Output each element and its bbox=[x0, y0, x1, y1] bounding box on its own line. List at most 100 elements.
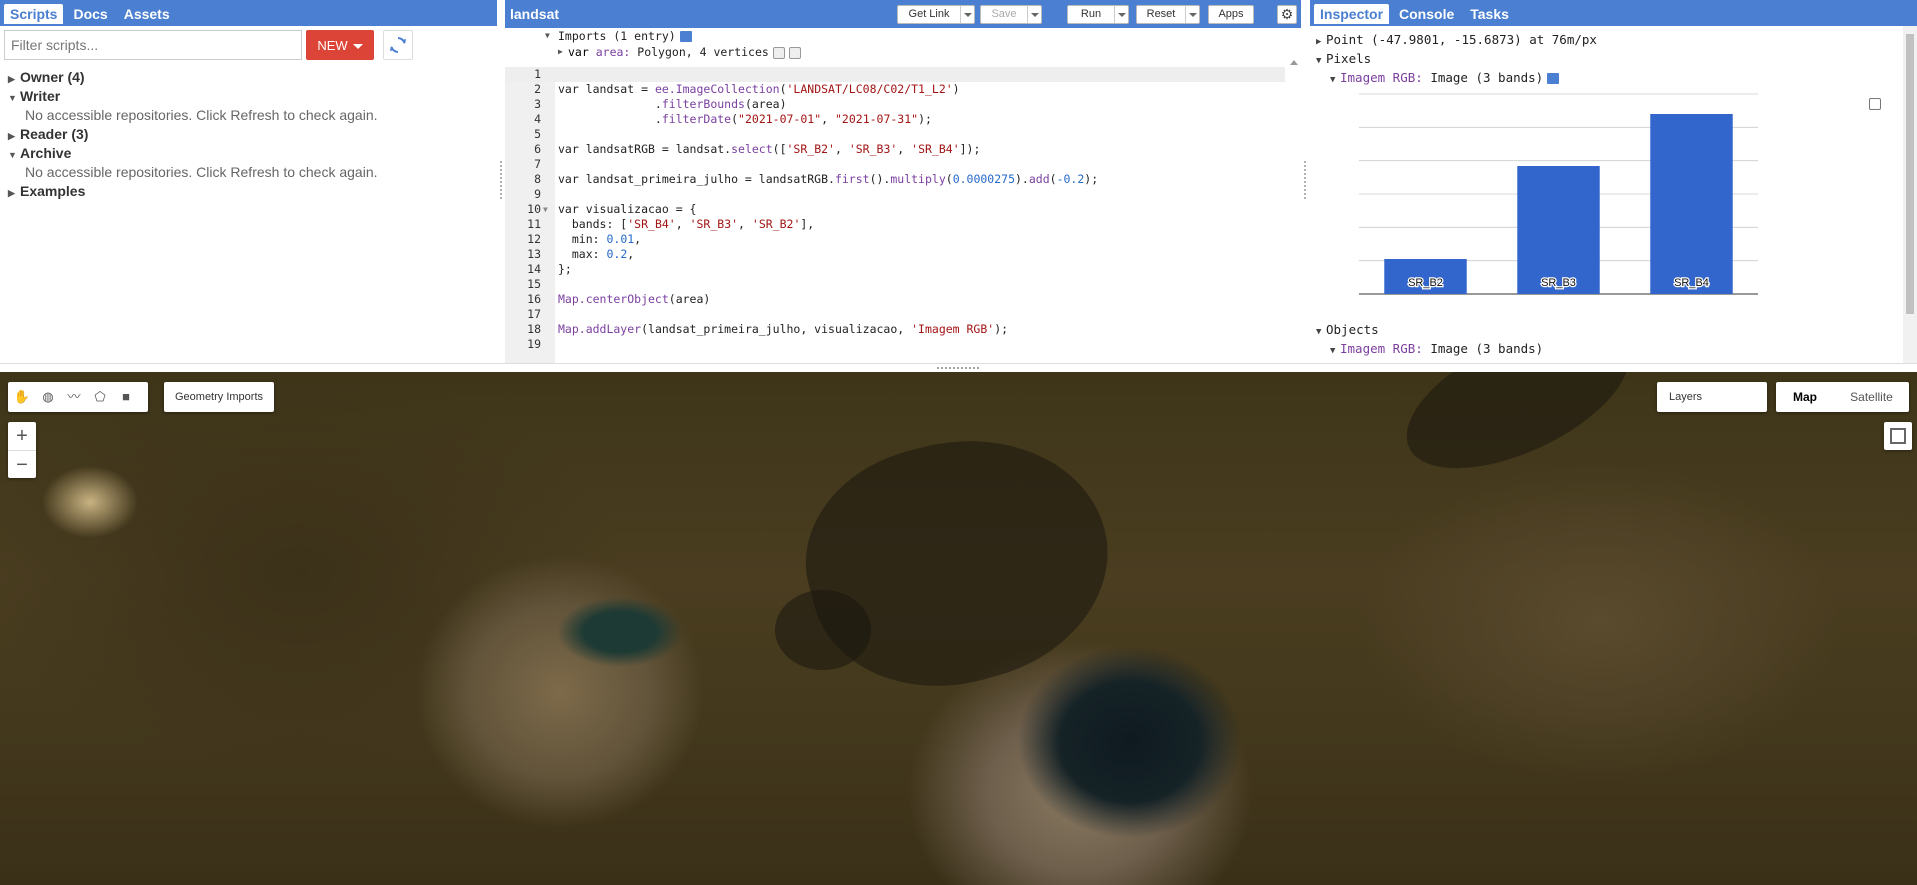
code-line[interactable]: 10 ▼ var visualizacao = { bbox=[505, 202, 1285, 217]
category-label: SR_B4 bbox=[1674, 277, 1709, 289]
code-line[interactable]: 12 min: 0.01, bbox=[505, 232, 1285, 247]
gear-icon[interactable]: ⚙ bbox=[1277, 5, 1297, 24]
map-view[interactable]: ✋ ◍ 〰 ⬠ ■ Geometry Imports + − Layers Ma… bbox=[0, 372, 1917, 885]
code-line[interactable]: 7 bbox=[505, 157, 1285, 172]
pixels-text: Pixels bbox=[1326, 51, 1372, 66]
tab-console[interactable]: Console bbox=[1393, 4, 1460, 24]
scroll-thumb[interactable] bbox=[1906, 34, 1914, 314]
map-type-map-button[interactable]: Map bbox=[1776, 382, 1834, 412]
code-area[interactable]: ▼ Imports (1 entry) ▶ var area: Polygon, 4… bbox=[505, 28, 1301, 388]
code-line[interactable]: 9 bbox=[505, 187, 1285, 202]
fold-icon[interactable]: ▼ bbox=[543, 202, 548, 217]
map-type-satellite-button[interactable]: Satellite bbox=[1834, 382, 1909, 412]
delete-icon[interactable] bbox=[788, 46, 801, 59]
code-line[interactable]: 5 bbox=[505, 127, 1285, 142]
run-button[interactable]: Run bbox=[1067, 5, 1129, 24]
grip-icon bbox=[499, 160, 503, 200]
filter-scripts-input[interactable] bbox=[4, 30, 302, 60]
line-number: 11 bbox=[527, 217, 541, 231]
code-line[interactable]: 2 var landsat = ee.ImageCollection('LANDS… bbox=[505, 82, 1285, 97]
scroll-up-icon[interactable] bbox=[1290, 60, 1298, 65]
code-line[interactable]: 17 bbox=[505, 307, 1285, 322]
code-line[interactable]: 6 var landsatRGB = landsat.select(['SR_B2… bbox=[505, 142, 1285, 157]
tab-docs[interactable]: Docs bbox=[67, 4, 113, 24]
layer-name: Imagem RGB: bbox=[1340, 341, 1423, 356]
bar-chart-svg: SR_B2 SR_B3 SR_B4 bbox=[1359, 93, 1758, 295]
tree-archive[interactable]: ▼ Archive bbox=[8, 144, 497, 163]
point-line[interactable]: ▶ Point (-47.9801, -15.6873) at 76m/px bbox=[1316, 30, 1917, 49]
code-text: var landsat_primeira_julho = landsatRGB.… bbox=[558, 172, 1099, 186]
code-line[interactable]: 1 bbox=[505, 67, 1285, 82]
layers-button[interactable]: Layers bbox=[1657, 382, 1767, 412]
tree-reader[interactable]: ▶ Reader (3) bbox=[8, 125, 497, 144]
reset-button[interactable]: Reset bbox=[1136, 5, 1200, 24]
code-text: .filterDate("2021-07-01", "2021-07-31"); bbox=[558, 112, 932, 126]
code-line[interactable]: 11 bands: ['SR_B4', 'SR_B3', 'SR_B2'], bbox=[505, 217, 1285, 232]
code-text: Map.addLayer(landsat_primeira_julho, vis… bbox=[558, 322, 1009, 336]
imports-header[interactable]: ▼ Imports (1 entry) bbox=[545, 28, 1301, 44]
tab-tasks[interactable]: Tasks bbox=[1464, 4, 1515, 24]
tab-scripts[interactable]: Scripts bbox=[4, 4, 64, 24]
tree-owner[interactable]: ▶ Owner (4) bbox=[8, 68, 497, 87]
pixels-line[interactable]: ▼ Pixels bbox=[1316, 49, 1917, 68]
tree-label: Examples bbox=[20, 183, 86, 199]
code-line[interactable]: 3 .filterBounds(area) bbox=[505, 97, 1285, 112]
code-scrollbar[interactable] bbox=[1289, 58, 1299, 388]
dropdown-icon bbox=[1027, 6, 1041, 23]
open-external-icon[interactable] bbox=[1869, 98, 1881, 110]
apps-button[interactable]: Apps bbox=[1208, 5, 1254, 24]
refresh-button[interactable] bbox=[383, 30, 413, 60]
right-splitter[interactable] bbox=[1301, 0, 1309, 363]
bar-sr_b3[interactable] bbox=[1517, 166, 1600, 294]
code-line[interactable]: 16 Map.centerObject(area) bbox=[505, 292, 1285, 307]
top-panels: ScriptsDocsAssets NEW ▶Owner (4) ▼Writer… bbox=[0, 0, 1917, 388]
point-text: Point (-47.9801, -15.6873) at 76m/px bbox=[1326, 32, 1597, 47]
new-script-button[interactable]: NEW bbox=[306, 30, 374, 60]
code-line[interactable]: 14}; bbox=[505, 262, 1285, 277]
triangle-right-icon: ▶ bbox=[558, 47, 563, 56]
zoom-out-button[interactable]: − bbox=[8, 450, 36, 478]
code-line[interactable]: 13 max: 0.2, bbox=[505, 247, 1285, 262]
triangle-right-icon: ▶ bbox=[8, 188, 15, 198]
tree-label: Owner (4) bbox=[20, 69, 85, 85]
objects-layer-line[interactable]: ▼ Imagem RGB: Image (3 bands) bbox=[1316, 339, 1917, 358]
line-number: 17 bbox=[527, 307, 541, 321]
horizontal-splitter[interactable] bbox=[0, 363, 1917, 372]
code-line[interactable]: 15 bbox=[505, 277, 1285, 292]
list-icon[interactable] bbox=[679, 31, 692, 42]
line-number: 6 bbox=[534, 142, 541, 156]
polygon-icon[interactable]: ⬠ bbox=[90, 387, 110, 407]
settings-icon[interactable] bbox=[772, 46, 785, 59]
get-link-button[interactable]: Get Link bbox=[897, 5, 975, 24]
dropdown-icon bbox=[1185, 6, 1199, 23]
tree-writer[interactable]: ▼ Writer bbox=[8, 87, 497, 106]
run-label: Run bbox=[1080, 8, 1102, 20]
pixel-chart: SR_B2 SR_B3 SR_B4 bbox=[1310, 84, 1906, 298]
bar-sr_b4[interactable] bbox=[1650, 114, 1733, 294]
category-label: SR_B2 bbox=[1408, 277, 1443, 289]
list-icon[interactable] bbox=[1547, 73, 1560, 84]
line-number: 1 bbox=[534, 67, 541, 81]
code-line[interactable]: 4 .filterDate("2021-07-01", "2021-07-31"… bbox=[505, 112, 1285, 127]
code-line[interactable]: 18 Map.addLayer(landsat_primeira_julho, v… bbox=[505, 322, 1285, 337]
code-lines: 1 2 var landsat = ee.ImageCollection('LAN… bbox=[505, 67, 1285, 367]
tree-examples[interactable]: ▶ Examples bbox=[8, 182, 497, 201]
code-line[interactable]: 19 bbox=[505, 337, 1285, 352]
objects-line[interactable]: ▼ Objects bbox=[1316, 320, 1917, 339]
zoom-in-button[interactable]: + bbox=[8, 422, 36, 450]
import-area-line[interactable]: ▶ var area: Polygon, 4 vertices bbox=[558, 44, 1301, 60]
code-line[interactable]: 8 var landsat_primeira_julho = landsatRGB… bbox=[505, 172, 1285, 187]
rectangle-icon[interactable]: ■ bbox=[116, 387, 136, 407]
geometry-imports-button[interactable]: Geometry Imports bbox=[164, 382, 274, 412]
hand-icon[interactable]: ✋ bbox=[12, 387, 32, 407]
line-number: 16 bbox=[527, 292, 541, 306]
code-text: max: 0.2, bbox=[558, 247, 635, 261]
line-icon[interactable]: 〰 bbox=[64, 387, 84, 407]
tab-assets[interactable]: Assets bbox=[118, 4, 176, 24]
tab-inspector[interactable]: Inspector bbox=[1314, 4, 1390, 24]
marker-icon[interactable]: ◍ bbox=[38, 387, 58, 407]
save-button[interactable]: Save bbox=[980, 5, 1042, 24]
fullscreen-button[interactable] bbox=[1884, 422, 1912, 450]
tree-note: No accessible repositories. Click Refres… bbox=[25, 164, 378, 180]
left-splitter[interactable] bbox=[497, 0, 505, 363]
